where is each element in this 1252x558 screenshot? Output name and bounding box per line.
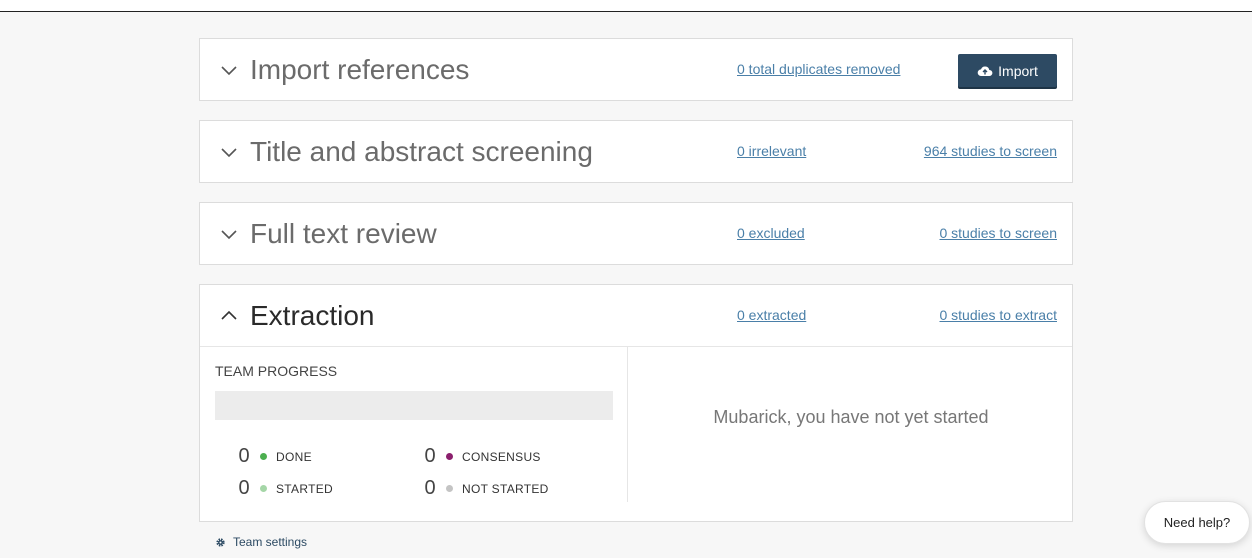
import-button-label: Import	[998, 62, 1038, 79]
irrelevant-link[interactable]: 0 irrelevant	[737, 121, 806, 182]
panel-title: Title and abstract screening	[250, 136, 593, 167]
team-settings-link[interactable]: Team settings	[215, 535, 307, 549]
status-message: Mubarick, you have not yet started	[713, 406, 989, 427]
stat-label: DONE	[276, 449, 312, 464]
stat-count: 0	[424, 445, 436, 467]
chevron-down-icon[interactable]	[218, 203, 240, 264]
extraction-header[interactable]: Extraction 0 extracted 0 studies to extr…	[200, 285, 1072, 346]
extraction-body: TEAM PROGRESS 0 DONE 0 CONSENSUS 0 START…	[200, 346, 1072, 549]
stat-not-started: 0 NOT STARTED	[423, 477, 549, 500]
panel-title: Full text review	[250, 218, 437, 249]
chevron-down-icon[interactable]	[218, 121, 240, 182]
duplicates-removed-link[interactable]: 0 total duplicates removed	[737, 39, 900, 100]
extracted-link[interactable]: 0 extracted	[737, 285, 806, 346]
team-progress-bar	[215, 391, 613, 420]
import-references-header[interactable]: Import references 0 total duplicates rem…	[200, 39, 1072, 100]
panel-title: Extraction	[250, 300, 375, 331]
team-progress-column: TEAM PROGRESS 0 DONE 0 CONSENSUS 0 START…	[200, 347, 628, 502]
stat-started: 0 STARTED	[237, 477, 333, 500]
gear-icon	[216, 537, 225, 547]
studies-to-screen-link[interactable]: 964 studies to screen	[924, 121, 1057, 182]
full-text-review-header[interactable]: Full text review 0 excluded 0 studies to…	[200, 203, 1072, 264]
status-dot	[260, 453, 267, 460]
title-abstract-screening-panel: Title and abstract screening 0 irrelevan…	[199, 120, 1073, 183]
stat-label: NOT STARTED	[462, 481, 549, 496]
chevron-up-icon[interactable]	[218, 285, 240, 346]
chevron-down-icon[interactable]	[218, 39, 240, 100]
studies-to-screen-link[interactable]: 0 studies to screen	[939, 203, 1057, 264]
stat-count: 0	[238, 445, 250, 467]
import-button[interactable]: Import	[958, 54, 1057, 87]
stat-consensus: 0 CONSENSUS	[423, 445, 541, 468]
excluded-link[interactable]: 0 excluded	[737, 203, 805, 264]
extraction-panel: Extraction 0 extracted 0 studies to extr…	[199, 284, 1073, 549]
team-settings-label: Team settings	[233, 535, 308, 549]
studies-to-extract-link[interactable]: 0 studies to extract	[939, 285, 1057, 346]
stat-label: CONSENSUS	[462, 449, 541, 464]
workflow-stages: Import references 0 total duplicates rem…	[199, 38, 1073, 549]
title-abstract-screening-header[interactable]: Title and abstract screening 0 irrelevan…	[200, 121, 1072, 182]
full-text-review-panel: Full text review 0 excluded 0 studies to…	[199, 202, 1073, 265]
stat-count: 0	[424, 477, 436, 499]
import-references-panel: Import references 0 total duplicates rem…	[199, 38, 1073, 101]
cloud-upload-icon	[977, 65, 993, 76]
stat-count: 0	[238, 477, 250, 499]
stat-done: 0 DONE	[237, 445, 312, 468]
status-dot	[260, 485, 267, 492]
team-progress-label: TEAM PROGRESS	[215, 363, 338, 379]
top-bar	[0, 0, 1252, 12]
status-dot	[446, 485, 453, 492]
stat-label: STARTED	[276, 481, 333, 496]
status-dot	[446, 453, 453, 460]
panel-title: Import references	[250, 54, 470, 85]
need-help-button[interactable]: Need help?	[1144, 501, 1250, 544]
